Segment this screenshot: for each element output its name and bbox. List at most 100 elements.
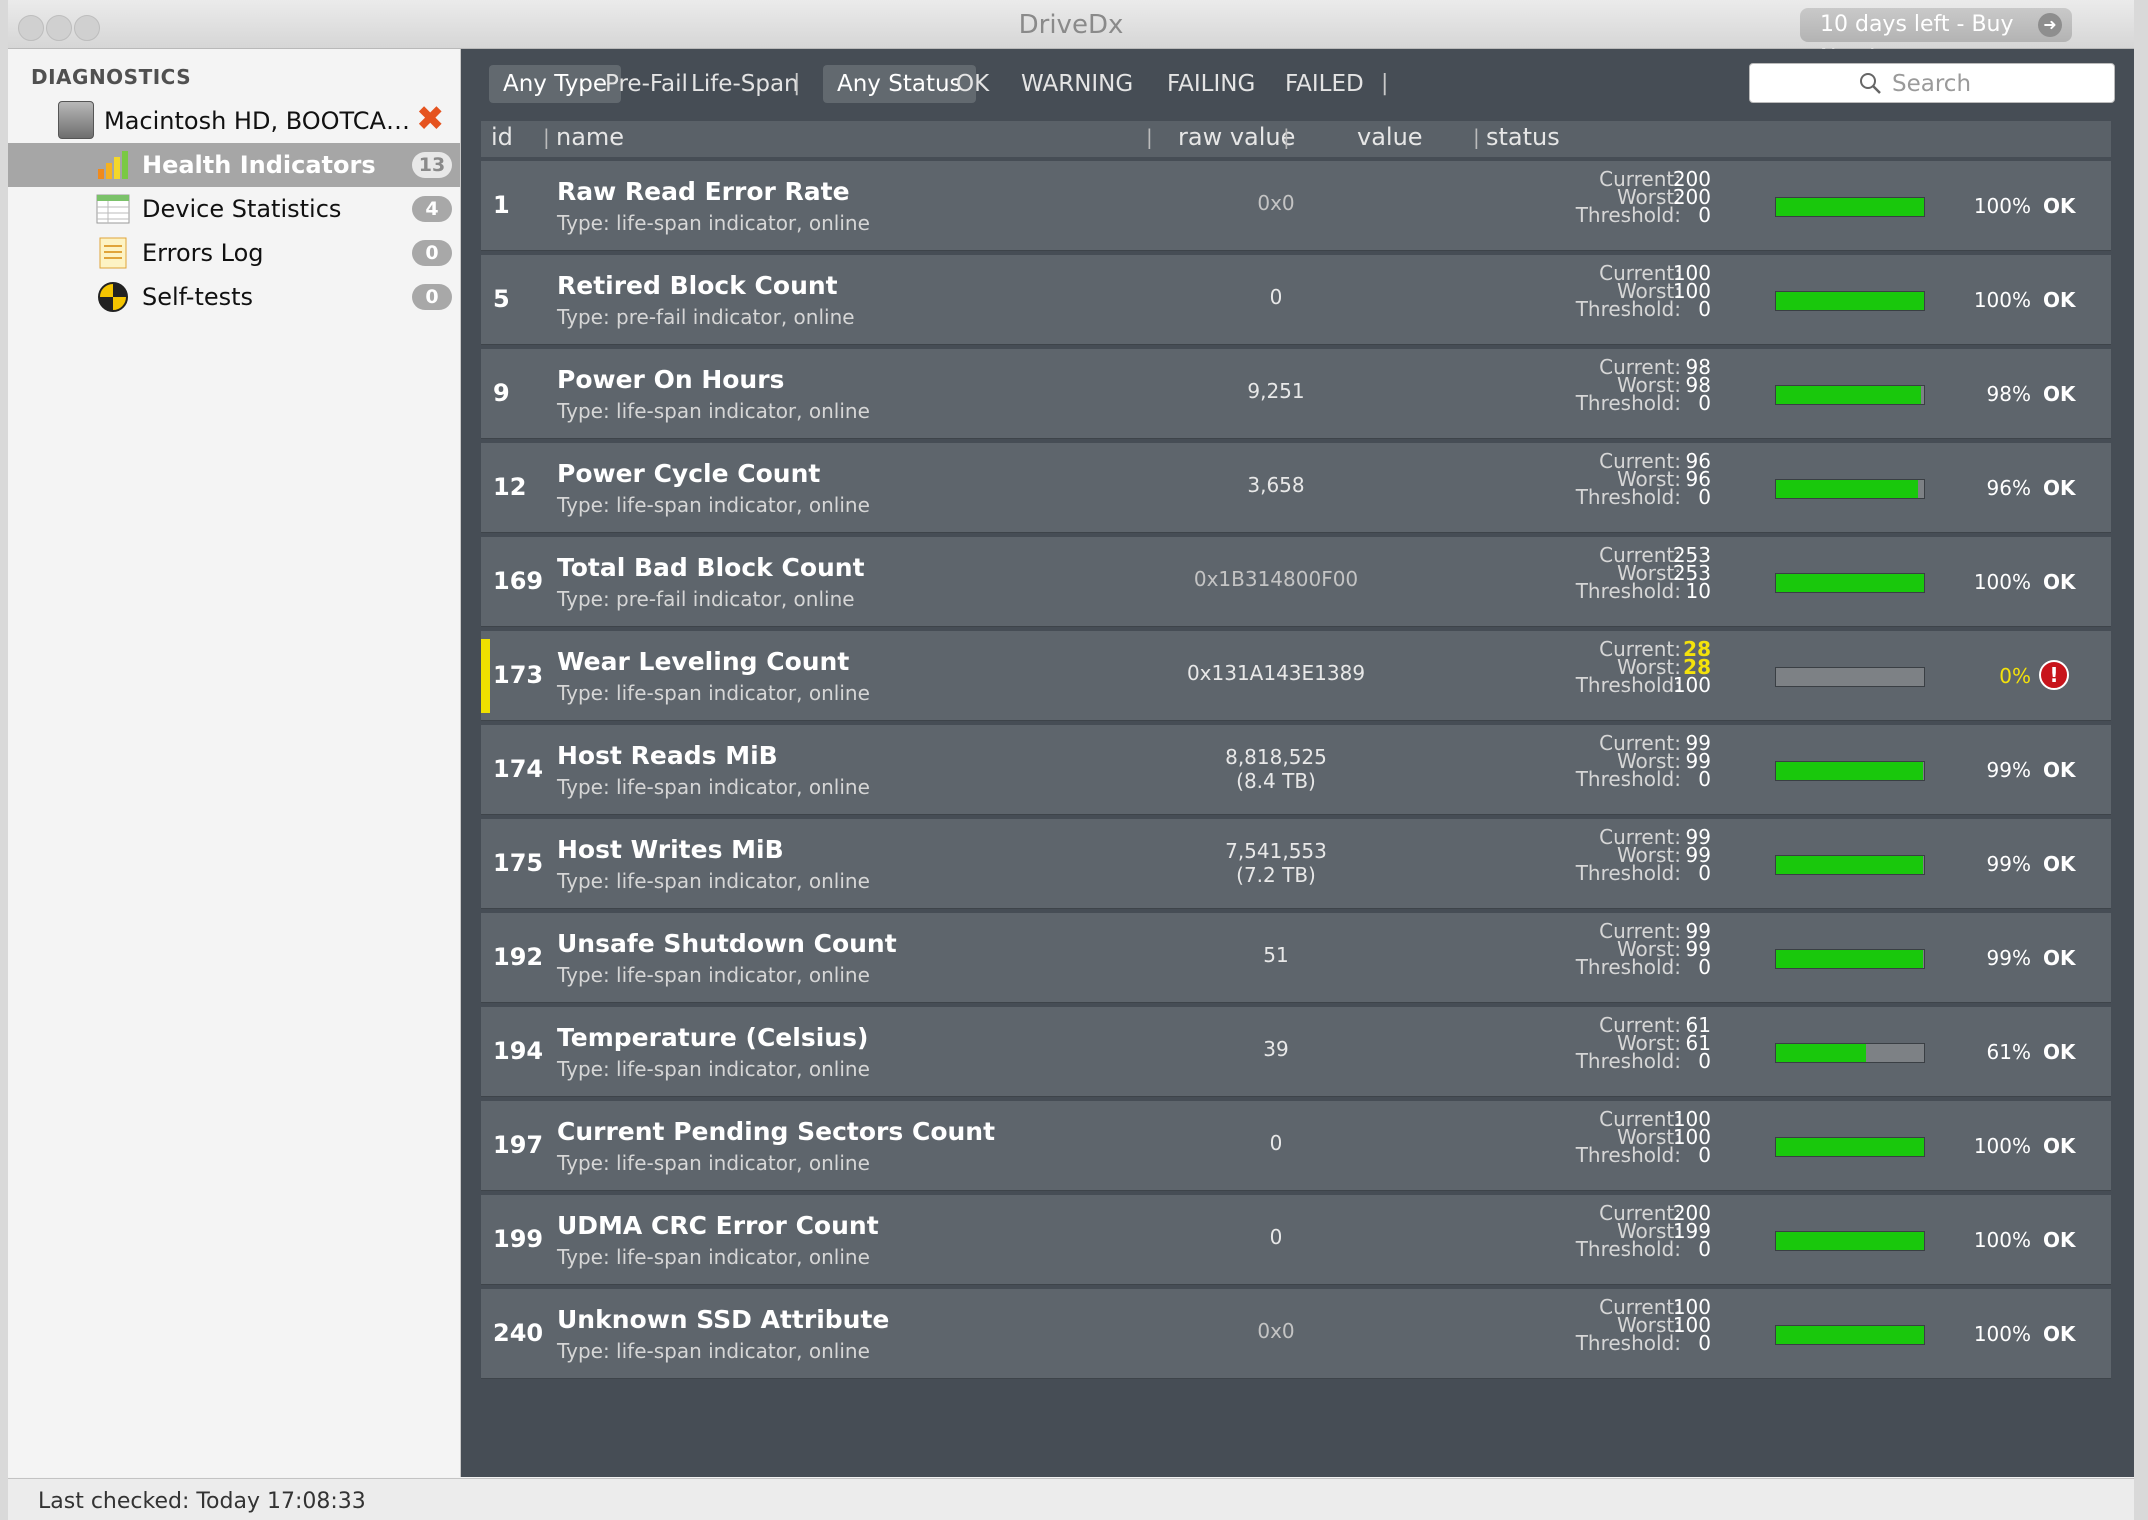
raw-value-secondary: (7.2 TB) [1236, 863, 1316, 887]
column-header-name[interactable]: name [556, 123, 624, 151]
sidebar-item-self-tests[interactable]: Self-tests 0 [8, 275, 460, 319]
table-row[interactable]: 194 Temperature (Celsius) Type: life-span … [481, 1007, 2111, 1097]
value-threshold: 0 [1698, 1143, 1711, 1167]
raw-value-secondary: (8.4 TB) [1236, 769, 1316, 793]
sidebar-item-device-statistics[interactable]: Device Statistics 4 [8, 187, 460, 231]
column-header-raw-value[interactable]: raw value [1178, 123, 1295, 151]
table-row[interactable]: 240 Unknown SSD Attribute Type: life-span … [481, 1289, 2111, 1379]
table-row[interactable]: 199 UDMA CRC Error Count Type: life-span i… [481, 1195, 2111, 1285]
health-percent: 99% [1986, 852, 2031, 876]
error-x-icon: ✖ [416, 99, 445, 139]
search-field[interactable] [1749, 63, 2115, 103]
attribute-id: 5 [493, 285, 510, 313]
count-badge: 0 [412, 240, 452, 266]
sidebar-item-health-indicators[interactable]: Health Indicators 13 [8, 143, 460, 187]
table-row[interactable]: 197 Current Pending Sectors Count Type: li… [481, 1101, 2111, 1191]
sidebar: DIAGNOSTICS Macintosh HD, BOOTCA… ✖ Heal… [8, 49, 461, 1477]
buy-now-button[interactable]: 10 days left - Buy Now! ➜ [1800, 8, 2072, 71]
health-progress-bar [1775, 385, 1925, 405]
health-progress-fill [1776, 198, 1924, 216]
raw-value: 0x131A143E1389 [1056, 661, 1496, 685]
value-label-threshold: Threshold: [1575, 861, 1681, 885]
value-threshold: 0 [1698, 203, 1711, 227]
attribute-type: Type: life-span indicator, online [557, 1339, 870, 1363]
table-row[interactable]: 175 Host Writes MiB Type: life-span indica… [481, 819, 2111, 909]
table-row[interactable]: 5 Retired Block Count Type: pre-fail indic… [481, 255, 2111, 345]
attribute-name: UDMA CRC Error Count [557, 1211, 879, 1240]
column-separator: | [1283, 125, 1290, 149]
title-bar: DriveDx 10 days left - Buy Now! ➜ [8, 0, 2134, 71]
column-header-id[interactable]: id [491, 123, 513, 151]
attribute-type: Type: life-span indicator, online [557, 1245, 870, 1269]
raw-value: 0x0 [1056, 1319, 1496, 1343]
health-progress-fill [1776, 480, 1918, 498]
value-threshold: 10 [1685, 579, 1711, 603]
value-label-threshold: Threshold: [1575, 1049, 1681, 1073]
attribute-name: Power On Hours [557, 365, 785, 394]
value-label-threshold: Threshold: [1575, 391, 1681, 415]
table-row[interactable]: 169 Total Bad Block Count Type: pre-fail i… [481, 537, 2111, 627]
column-header-status[interactable]: status [1486, 123, 1560, 151]
health-progress-fill [1776, 292, 1924, 310]
raw-value: 8,818,525 (8.4 TB) [1056, 745, 1496, 793]
filter-ok[interactable]: OK [942, 65, 1003, 103]
filter-failing[interactable]: FAILING [1153, 65, 1269, 103]
status-badge: OK [2043, 1040, 2076, 1064]
status-badge: OK [2043, 758, 2076, 782]
raw-value: 7,541,553 (7.2 TB) [1056, 839, 1496, 887]
raw-value: 51 [1056, 943, 1496, 967]
health-progress-bar [1775, 291, 1925, 311]
health-percent: 100% [1973, 570, 2031, 594]
raw-value-primary: 8,818,525 [1225, 745, 1327, 769]
sidebar-item-errors-log[interactable]: Errors Log 0 [8, 231, 460, 275]
health-percent: 96% [1986, 476, 2031, 500]
attribute-name: Power Cycle Count [557, 459, 821, 488]
attribute-name: Host Reads MiB [557, 741, 778, 770]
value-label-threshold: Threshold: [1575, 1143, 1681, 1167]
attribute-name: Unknown SSD Attribute [557, 1305, 890, 1334]
attribute-name: Current Pending Sectors Count [557, 1117, 996, 1146]
hard-drive-icon [58, 101, 94, 139]
table-row[interactable]: 174 Host Reads MiB Type: life-span indicat… [481, 725, 2111, 815]
test-icon [98, 282, 128, 312]
status-badge: OK [2043, 570, 2076, 594]
table-row[interactable]: 1 Raw Read Error Rate Type: life-span indi… [481, 161, 2111, 251]
search-input[interactable] [1890, 67, 2104, 101]
value-threshold: 0 [1698, 391, 1711, 415]
drive-label: Macintosh HD, BOOTCA… [104, 107, 410, 135]
health-percent: 0% [1999, 664, 2031, 688]
table-row[interactable]: 173 Wear Leveling Count Type: life-span in… [481, 631, 2111, 721]
value-threshold: 0 [1698, 767, 1711, 791]
alert-icon: ! [2039, 660, 2069, 690]
table-row[interactable]: 192 Unsafe Shutdown Count Type: life-span … [481, 913, 2111, 1003]
attribute-id: 1 [493, 191, 510, 219]
attribute-name: Raw Read Error Rate [557, 177, 850, 206]
attribute-id: 199 [493, 1225, 544, 1253]
table-row[interactable]: 9 Power On Hours Type: life-span indicator… [481, 349, 2111, 439]
attribute-id: 12 [493, 473, 527, 501]
attribute-name: Host Writes MiB [557, 835, 784, 864]
value-threshold: 100 [1672, 673, 1711, 697]
attribute-name: Temperature (Celsius) [557, 1023, 869, 1052]
health-percent: 98% [1986, 382, 2031, 406]
attribute-name: Wear Leveling Count [557, 647, 850, 676]
bar-chart-icon [98, 151, 128, 179]
sidebar-drive[interactable]: Macintosh HD, BOOTCA… ✖ [8, 99, 460, 143]
health-progress-bar [1775, 949, 1925, 969]
last-checked-text: Last checked: Today 17:08:33 [38, 1489, 366, 1514]
raw-value-primary: 39 [1263, 1037, 1289, 1061]
attribute-id: 194 [493, 1037, 544, 1065]
column-separator: | [1473, 125, 1480, 149]
sidebar-section-title: DIAGNOSTICS [31, 65, 192, 89]
main-panel: Any Type Pre-Fail Life-Span | Any Status… [461, 49, 2134, 1477]
health-progress-fill [1776, 856, 1923, 874]
status-bar: Last checked: Today 17:08:33 [8, 1478, 2134, 1520]
value-threshold: 0 [1698, 955, 1711, 979]
count-badge: 4 [412, 196, 452, 222]
table-row[interactable]: 12 Power Cycle Count Type: life-span indic… [481, 443, 2111, 533]
filter-warning[interactable]: WARNING [1007, 65, 1147, 103]
raw-value-primary: 0x0 [1257, 191, 1295, 215]
filter-failed[interactable]: FAILED [1271, 65, 1378, 103]
column-header-value[interactable]: value [1357, 123, 1423, 151]
attribute-id: 175 [493, 849, 544, 877]
